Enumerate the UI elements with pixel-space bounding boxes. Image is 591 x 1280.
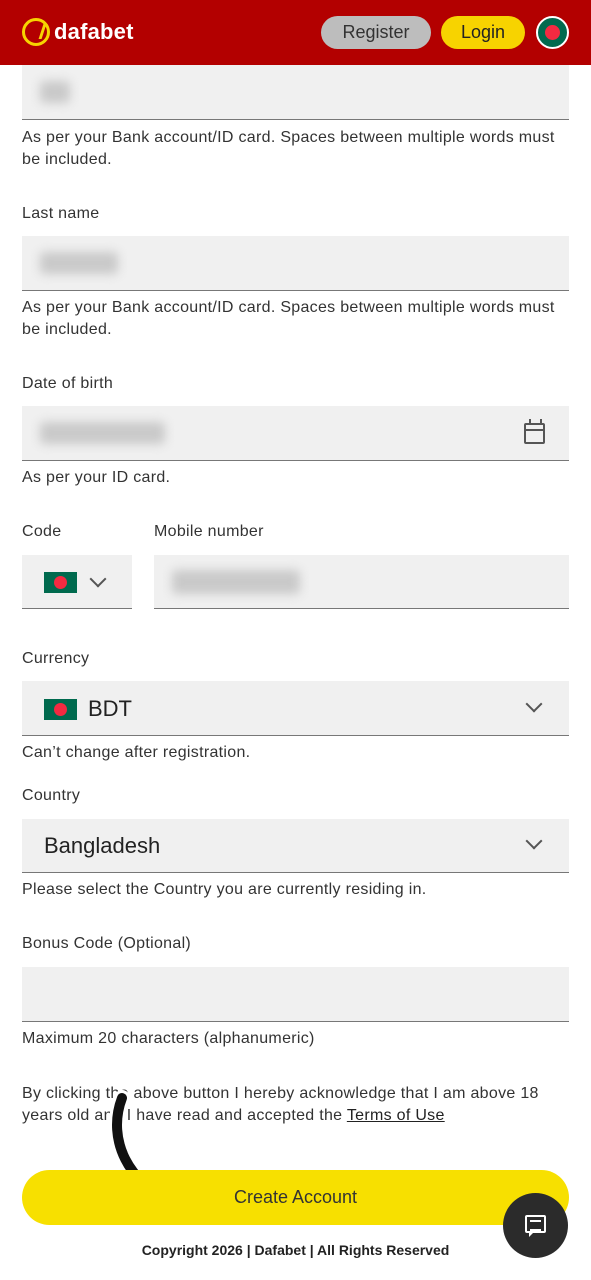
country-hint: Please select the Country you are curren…: [22, 881, 427, 898]
chat-icon: [525, 1215, 546, 1237]
top-header: dafabet Register Login: [0, 0, 591, 65]
dafabet-logo-icon: [22, 18, 50, 46]
first-name-hint: As per your Bank account/ID card. Spaces…: [22, 129, 555, 168]
currency-hint: Can’t change after registration.: [22, 744, 251, 761]
bangladesh-flag-icon: [44, 572, 77, 593]
currency-select[interactable]: BDT: [22, 681, 569, 736]
bonus-code-field[interactable]: [22, 967, 569, 1022]
bonus-code-label: Bonus Code (Optional): [22, 935, 192, 952]
dob-hint: As per your ID card.: [22, 469, 171, 486]
dafabet-logo[interactable]: dafabet: [22, 17, 134, 47]
chat-button[interactable]: [503, 1193, 568, 1258]
first-name-redacted-value: [40, 81, 70, 103]
terms-of-use-link[interactable]: Terms of Use: [347, 1107, 445, 1124]
country-code-select[interactable]: [22, 555, 132, 609]
code-label: Code: [22, 523, 62, 540]
bangladesh-flag-icon: [44, 699, 77, 720]
chevron-down-icon: [525, 695, 543, 713]
create-account-button[interactable]: Create Account: [22, 1170, 569, 1225]
country-value: Bangladesh: [44, 833, 161, 858]
calendar-icon[interactable]: [524, 419, 545, 444]
dob-redacted-value: [40, 422, 165, 444]
last-name-hint: As per your Bank account/ID card. Spaces…: [22, 299, 555, 338]
mobile-redacted-value: [172, 570, 300, 594]
mobile-number-field[interactable]: [154, 555, 569, 609]
currency-value: BDT: [88, 696, 132, 721]
bonus-code-hint: Maximum 20 characters (alphanumeric): [22, 1030, 315, 1047]
mobile-label: Mobile number: [154, 523, 264, 540]
brand-name: dafabet: [54, 19, 134, 44]
country-select[interactable]: Bangladesh: [22, 819, 569, 873]
chevron-down-icon: [89, 570, 107, 588]
chevron-down-icon: [525, 832, 543, 850]
language-flag-icon[interactable]: [536, 16, 569, 49]
country-label: Country: [22, 787, 81, 804]
last-name-label: Last name: [22, 205, 100, 222]
dob-label: Date of birth: [22, 375, 114, 392]
last-name-field[interactable]: [22, 236, 569, 291]
copyright-text: Copyright 2026 | Dafabet | All Rights Re…: [141, 1242, 450, 1258]
last-name-redacted-value: [40, 252, 118, 274]
currency-label: Currency: [22, 650, 90, 667]
dob-field[interactable]: [22, 406, 569, 461]
register-button[interactable]: Register: [321, 16, 431, 49]
first-name-field[interactable]: [22, 65, 569, 120]
login-button[interactable]: Login: [441, 16, 525, 49]
